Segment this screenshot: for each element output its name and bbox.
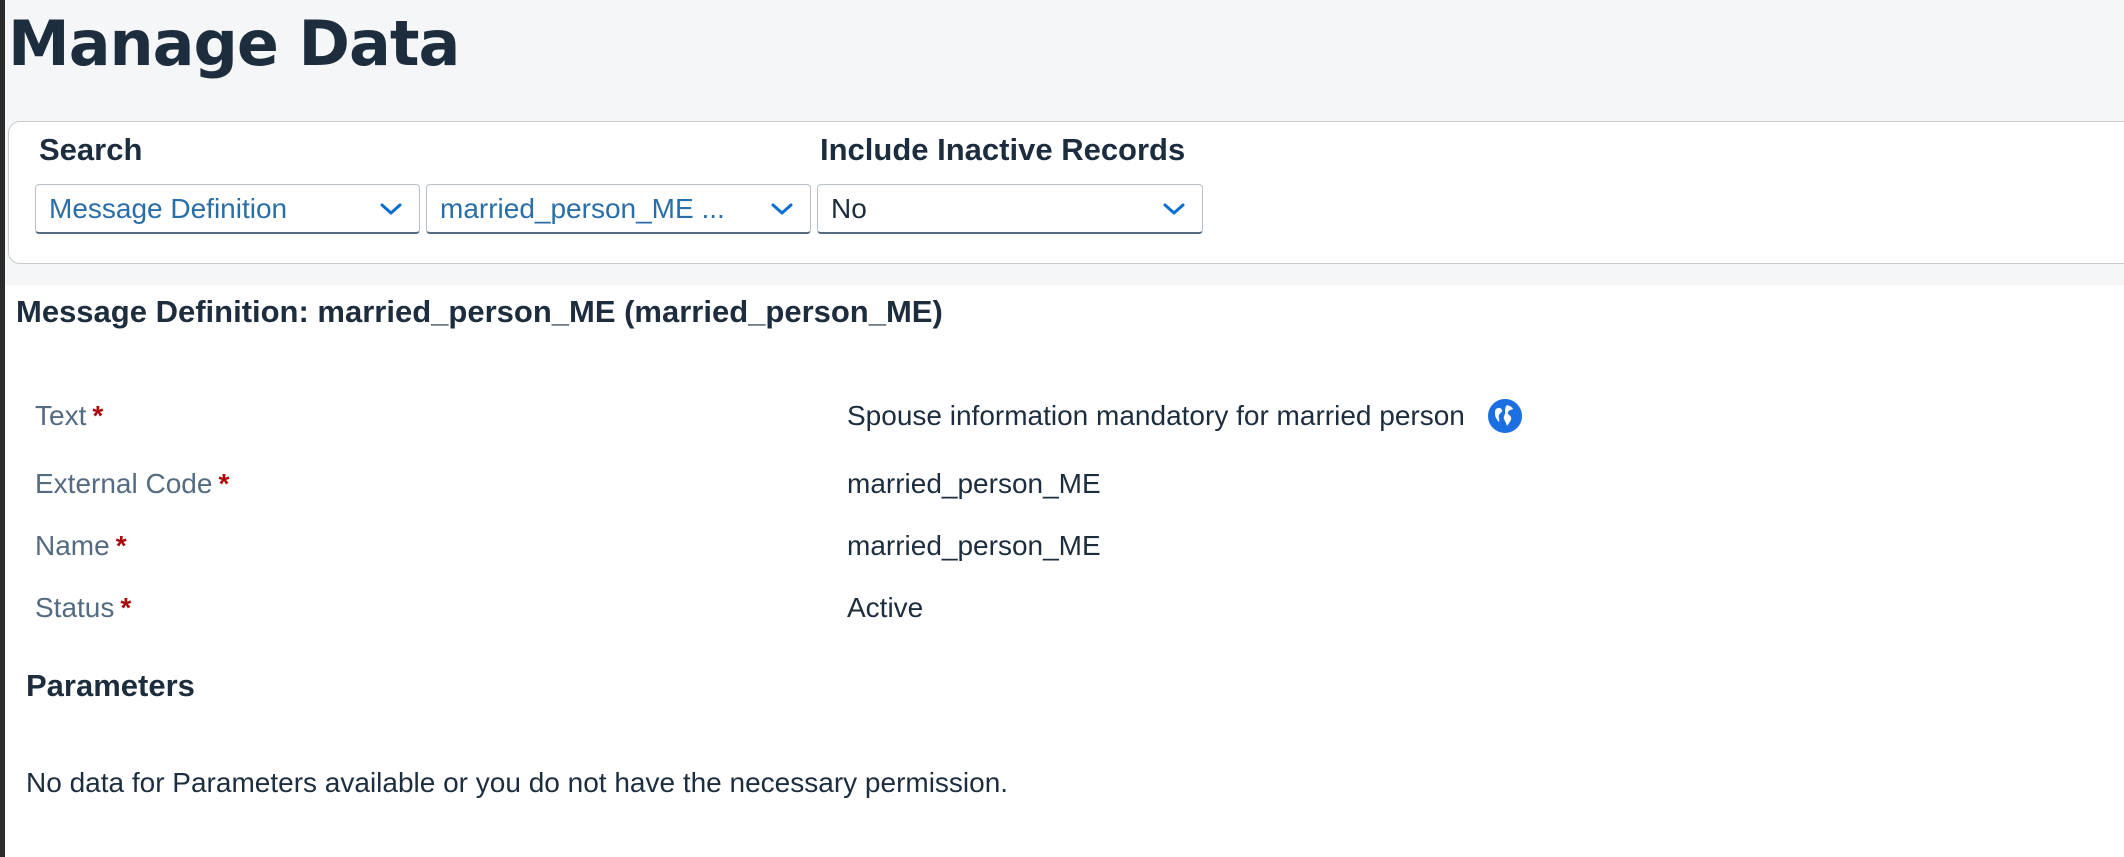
chevron-down-icon[interactable] <box>754 185 810 232</box>
field-row-text: Text * Spouse information mandatory for m… <box>35 396 1735 436</box>
required-marker: * <box>115 530 127 561</box>
field-row-status: Status * Active <box>35 588 1735 628</box>
parameters-title: Parameters <box>26 668 195 703</box>
field-label-text: Text * <box>35 400 104 431</box>
record-heading: Message Definition: married_person_ME (m… <box>16 294 943 329</box>
object-type-value: Message Definition <box>49 192 288 224</box>
globe-icon[interactable] <box>1487 398 1523 434</box>
field-label-name: Name * <box>35 530 127 561</box>
include-inactive-label: Include Inactive Records <box>820 132 1186 167</box>
parameters-empty-message: No data for Parameters available or you … <box>26 767 1009 798</box>
record-select[interactable]: married_person_ME ... <box>426 184 811 234</box>
field-value-text: Spouse information mandatory for married… <box>847 400 1465 431</box>
field-label-status: Status * <box>35 592 132 623</box>
object-type-select[interactable]: Message Definition <box>35 184 420 234</box>
page-title: Manage Data <box>8 7 460 80</box>
field-row-external-code: External Code * married_person_ME <box>35 464 1735 504</box>
field-value-external-code: married_person_ME <box>847 468 1101 499</box>
required-marker: * <box>120 592 132 623</box>
search-filter-bar: Search Include Inactive Records Message … <box>8 121 2124 264</box>
chevron-down-icon[interactable] <box>363 185 419 232</box>
page: Manage Data Search Include Inactive Reco… <box>0 0 2124 857</box>
field-label-external-code: External Code * <box>35 468 230 499</box>
field-row-name: Name * married_person_ME <box>35 526 1735 566</box>
include-inactive-value: No <box>831 192 867 224</box>
chevron-down-icon[interactable] <box>1146 185 1202 232</box>
required-marker: * <box>218 468 230 499</box>
field-value-name: married_person_ME <box>847 530 1101 561</box>
field-value-status: Active <box>847 592 924 623</box>
search-label: Search <box>39 132 143 167</box>
required-marker: * <box>92 400 104 431</box>
include-inactive-select[interactable]: No <box>817 184 1203 234</box>
header-band: Manage Data Search Include Inactive Reco… <box>5 0 2124 285</box>
record-value: married_person_ME ... <box>440 192 725 224</box>
